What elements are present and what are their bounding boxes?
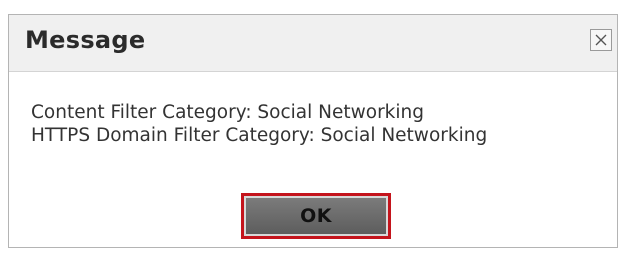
close-icon [594,33,608,47]
ok-button-face: OK [246,198,386,234]
close-button[interactable] [590,29,612,51]
dialog-title-bar: Message [9,15,617,72]
message-line-content-filter: Content Filter Category: Social Networki… [31,102,425,123]
message-text: Content Filter Category: Social Networki… [31,101,607,147]
ok-button-label: OK [300,205,332,227]
dialog-title: Message [25,26,146,54]
ok-button[interactable]: OK [241,193,391,239]
message-dialog: Message Content Filter Category: Social … [8,14,618,248]
message-line-https-domain-filter: HTTPS Domain Filter Category: Social Net… [31,125,488,146]
